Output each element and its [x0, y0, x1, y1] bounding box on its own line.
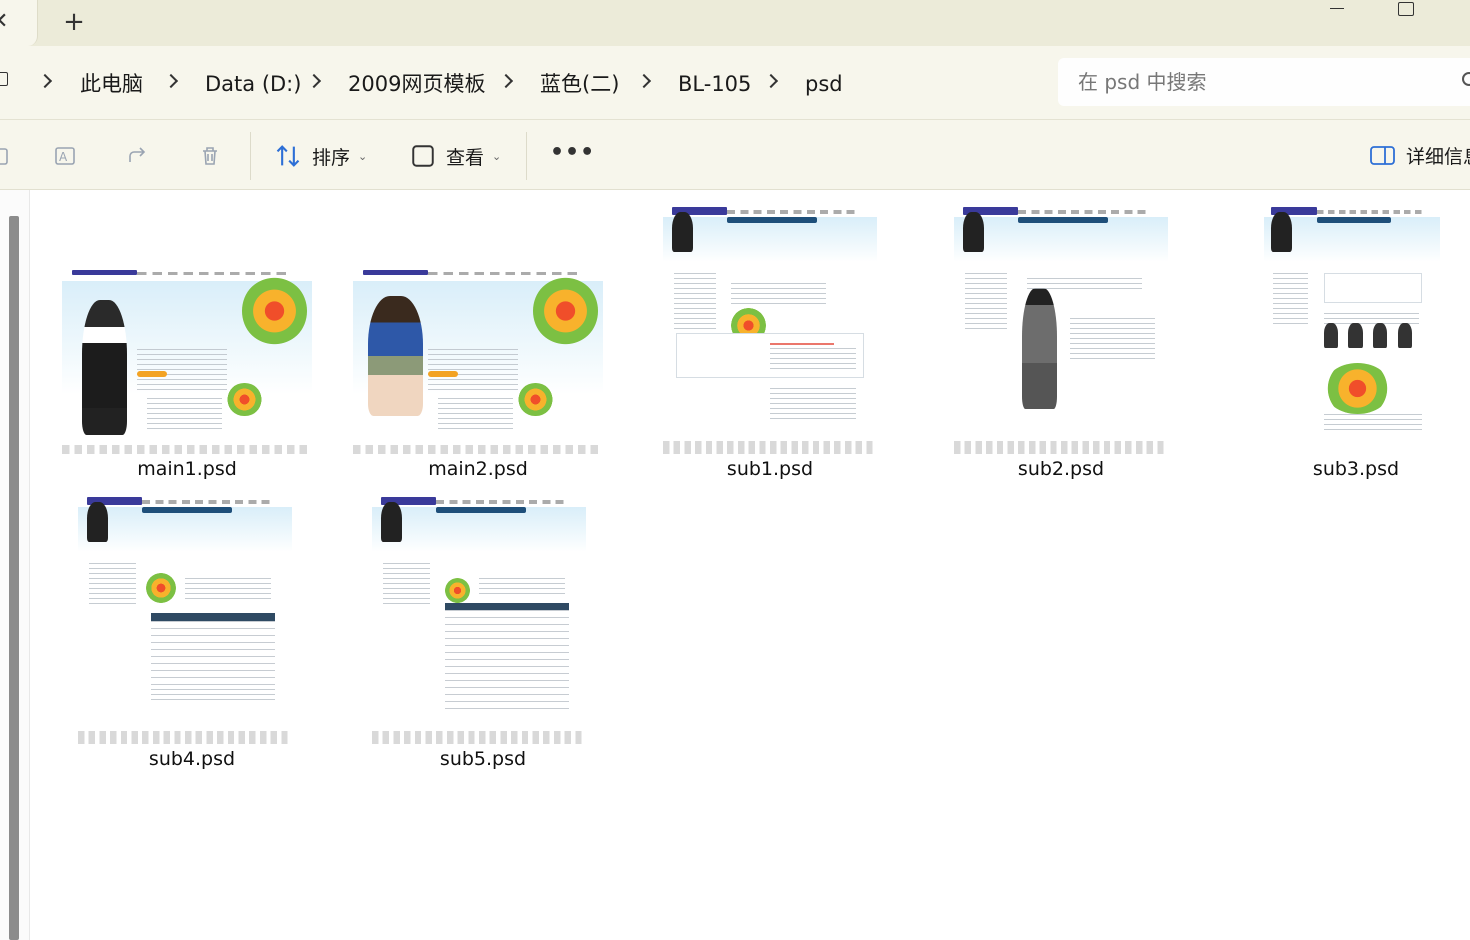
title-bar: ✕ + [0, 0, 1470, 46]
details-label: 详细信息 [1406, 146, 1470, 168]
breadcrumb-chevron-icon[interactable] [309, 74, 319, 88]
file-name[interactable]: main2.psd [353, 458, 603, 480]
file-tile-main1[interactable]: main1.psd [62, 266, 312, 482]
file-tile-sub2[interactable]: sub2.psd [954, 202, 1174, 482]
maximize-button[interactable] [1398, 2, 1414, 16]
file-thumbnail [372, 492, 586, 744]
chevron-down-icon: ⌄ [358, 149, 368, 163]
sort-button[interactable]: 排序 ⌄ [274, 138, 367, 174]
navigation-pane [0, 190, 30, 940]
breadcrumb-item-blue-2[interactable]: 蓝色(二) [540, 70, 619, 98]
breadcrumb-item-data-drive[interactable]: Data (D:) [205, 70, 301, 98]
file-name[interactable]: sub4.psd [78, 748, 306, 770]
file-name[interactable]: sub1.psd [663, 458, 877, 480]
file-thumbnail [663, 202, 877, 454]
more-options-button[interactable]: ••• [550, 142, 594, 170]
search-input[interactable] [1078, 66, 1438, 98]
file-tile-sub5[interactable]: sub5.psd [372, 492, 594, 772]
toolbar-divider [250, 132, 251, 180]
computer-icon[interactable] [0, 72, 8, 86]
paste-icon[interactable] [0, 144, 14, 168]
breadcrumb-item-this-pc[interactable]: 此电脑 [80, 70, 143, 98]
active-tab[interactable]: ✕ [0, 0, 38, 46]
search-icon[interactable] [1462, 72, 1470, 86]
delete-icon[interactable] [198, 144, 222, 168]
details-pane-button[interactable]: 详细信息 [1370, 142, 1470, 169]
sort-icon [276, 145, 300, 167]
file-view: main1.psd main2.psd sub1.psd sub2.psd su… [0, 190, 1470, 940]
details-pane-icon [1370, 145, 1395, 165]
breadcrumb-chevron-icon[interactable] [166, 74, 176, 88]
view-icon [412, 145, 434, 167]
minimize-button[interactable] [1326, 0, 1350, 20]
breadcrumb-chevron-icon[interactable] [501, 74, 511, 88]
file-thumbnail [78, 492, 292, 744]
file-thumbnail [954, 202, 1168, 454]
close-tab-icon[interactable]: ✕ [0, 10, 10, 34]
file-name[interactable]: sub3.psd [1264, 458, 1448, 480]
file-thumbnail [353, 266, 603, 454]
command-bar: A 排序 ⌄ 查看 ⌄ ••• 详细信息 [0, 120, 1470, 190]
breadcrumb-chevron-icon[interactable] [639, 74, 649, 88]
breadcrumb-chevron-icon[interactable] [40, 74, 50, 88]
address-bar: 此电脑 Data (D:) 2009网页模板 蓝色(二) BL-105 psd [0, 46, 1470, 120]
svg-text:A: A [59, 150, 68, 164]
file-tile-sub3[interactable]: sub3.psd [1264, 202, 1470, 482]
chevron-down-icon: ⌄ [492, 149, 502, 163]
scrollbar-thumb[interactable] [9, 216, 19, 940]
file-name[interactable]: sub2.psd [954, 458, 1168, 480]
file-name[interactable]: sub5.psd [372, 748, 594, 770]
view-button[interactable]: 查看 ⌄ [410, 138, 501, 174]
rename-icon[interactable]: A [54, 144, 78, 168]
file-tile-main2[interactable]: main2.psd [353, 266, 603, 482]
new-tab-button[interactable]: + [60, 8, 88, 36]
file-tile-sub4[interactable]: sub4.psd [78, 492, 308, 772]
view-label: 查看 [446, 146, 485, 169]
search-box[interactable] [1058, 58, 1470, 106]
file-thumbnail [1264, 202, 1440, 454]
breadcrumb-chevron-icon[interactable] [766, 74, 776, 88]
breadcrumb-item-psd[interactable]: psd [805, 70, 843, 98]
breadcrumb-item-bl-105[interactable]: BL-105 [678, 70, 751, 98]
share-icon[interactable] [126, 144, 150, 168]
file-name[interactable]: main1.psd [62, 458, 312, 480]
breadcrumb-item-2009-templates[interactable]: 2009网页模板 [348, 70, 485, 98]
file-tile-sub1[interactable]: sub1.psd [663, 202, 883, 482]
sort-label: 排序 [312, 146, 351, 169]
file-thumbnail [62, 266, 312, 454]
toolbar-divider [526, 132, 527, 180]
